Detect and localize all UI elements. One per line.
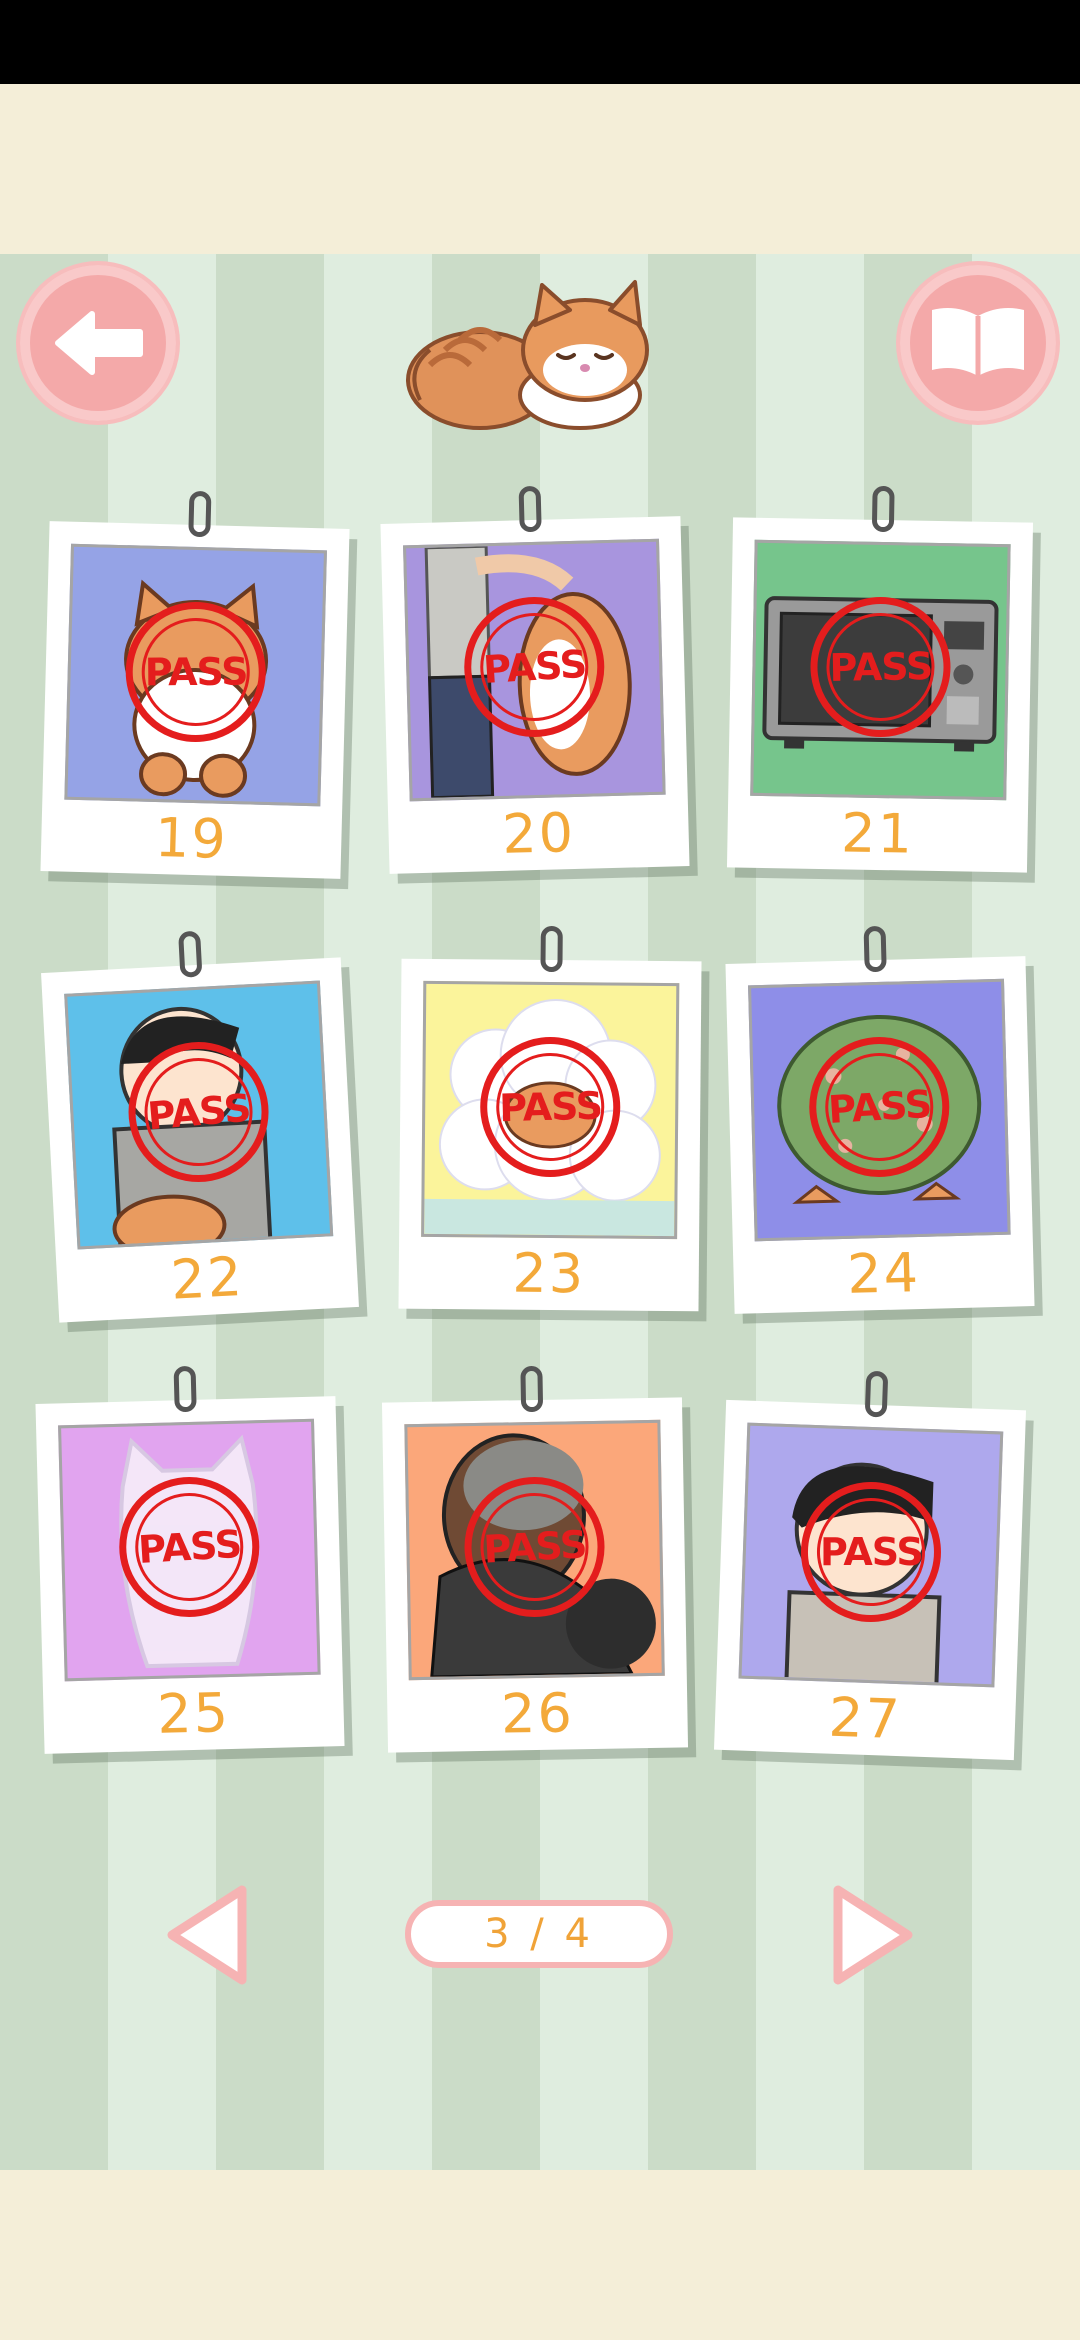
status-bar [0, 0, 1080, 84]
level-number: 21 [840, 801, 915, 866]
level-number: 19 [154, 806, 229, 871]
triangle-left-icon[interactable] [160, 1880, 260, 1990]
arrow-left-icon [55, 311, 143, 375]
level-card-22[interactable]: PASS 22 [41, 930, 359, 1323]
paper-clip [871, 485, 895, 533]
level-card-19[interactable]: PASS 19 [40, 490, 350, 879]
paper-clip [178, 930, 203, 978]
level-number: 22 [169, 1244, 246, 1312]
paper-clip [520, 1365, 544, 1413]
level-card-25[interactable]: PASS 25 [35, 1365, 345, 1754]
paper-clip [540, 925, 563, 973]
back-button[interactable] [20, 265, 176, 421]
triangle-right-icon[interactable] [820, 1880, 920, 1990]
page-indicator: 3 / 4 [405, 1900, 673, 1968]
album-book-button[interactable] [900, 265, 1056, 421]
paper-clip [863, 925, 887, 973]
level-card-21[interactable]: PASS 21 [726, 485, 1034, 873]
level-card-23[interactable]: PASS 23 [398, 925, 702, 1312]
level-number: 20 [501, 801, 576, 866]
paper-clip [864, 1370, 889, 1418]
level-number: 25 [156, 1681, 231, 1746]
level-number: 26 [500, 1681, 575, 1746]
level-card-20[interactable]: PASS 20 [380, 485, 690, 874]
level-card-26[interactable]: PASS 26 [381, 1365, 689, 1753]
paper-clip [188, 490, 212, 538]
level-number: 24 [846, 1241, 921, 1306]
level-number: 23 [512, 1241, 586, 1306]
level-number: 27 [827, 1685, 903, 1752]
bottom-margin [0, 2170, 1080, 2340]
level-card-24[interactable]: PASS 24 [725, 925, 1035, 1314]
top-margin [0, 84, 1080, 254]
paper-clip [518, 485, 542, 533]
open-book-icon [932, 308, 1024, 376]
paper-clip [173, 1365, 197, 1413]
sleeping-cat-icon [406, 280, 649, 430]
level-card-27[interactable]: PASS 27 [713, 1370, 1027, 1761]
